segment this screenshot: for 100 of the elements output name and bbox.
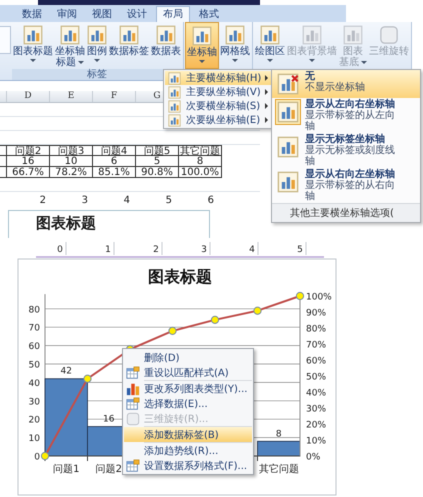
axis-label: 80% [306,324,326,334]
data-point-marker [168,326,177,335]
ribbon-button[interactable]: 数据标签 [108,22,150,69]
ribbon-button[interactable]: 图例 [86,22,108,69]
axis-label: 2 [153,245,159,255]
table-cell: 10 [49,156,92,167]
bar [257,440,300,456]
more-options-item[interactable]: 其他主要横坐标轴选项( [272,203,420,222]
axis-label: 50% [306,372,326,382]
ribbon-button[interactable]: 绘图区 [254,22,286,69]
table-cell: 6 [92,156,135,167]
table-cell: 问题2 [6,145,49,156]
ribbon-button[interactable] [0,26,11,54]
axis-label: 5 [164,194,173,208]
ribbon-tab[interactable]: 设计 [121,7,153,22]
table-cell: 其它问题 [178,145,222,156]
bar-chart-icon [60,25,80,45]
table-cell: 问题3 [49,145,92,156]
option-description: 不显示坐标轴 [305,82,366,93]
ribbon-tab[interactable]: 格式 [193,7,225,22]
menu-item[interactable]: 添加数据标签(B) [124,427,252,442]
data-point-marker [83,374,92,383]
bar-chart-icon [260,25,280,45]
axis-label: 60% [306,356,326,366]
table-cell: 问题5 [135,145,178,156]
bar-chart-icon [168,114,181,126]
axis-label: 6 [206,194,215,208]
menu-item[interactable]: 更改系列图表类型(Y)... [124,381,252,396]
option-description: 显示带标签的从左向轴 [305,110,396,132]
axis-label: 1 [105,245,111,255]
bar-chart-icon [119,25,139,45]
menu-item[interactable]: 选择数据(E)... [124,396,252,411]
ribbon-tab[interactable]: 数据 [16,7,48,22]
ribbon-tab[interactable]: 审阅 [51,7,83,22]
bar-chart-icon [192,26,212,46]
category-label: 其它问题 [258,464,299,475]
column-header[interactable]: E [50,91,93,102]
axis-label: 5 [297,245,303,255]
column-header[interactable]: F [93,91,136,102]
ribbon-tab[interactable]: 视图 [86,7,118,22]
bar-chart-icon [87,25,107,45]
axis-label: 10% [306,436,326,446]
menu-item[interactable]: 重设以匹配样式(A) [124,365,252,380]
ribbon-tab[interactable]: 布局 [156,6,190,22]
axis-label: 4 [122,194,131,208]
menu-item[interactable]: 次要纵坐标轴(E) [165,113,271,127]
menu-item[interactable]: 设置数据系列格式(F)... [124,458,252,473]
menu-item[interactable]: 显示从左向右坐标轴 显示带标签的从左向轴 [272,98,420,133]
submenu-arrow-icon [265,103,268,109]
axis-label: 0% [306,452,320,462]
bar-chart-icon [156,25,176,45]
data-label: 8 [276,429,282,440]
axis-label: 70 [28,324,40,334]
menu-item[interactable]: 主要纵坐标轴(V) [165,85,271,99]
bar-chart-icon [168,72,181,84]
rounded-square-icon [126,412,140,426]
submenu-arrow-icon [265,75,268,81]
menu-item[interactable]: 删除(D) [124,350,252,365]
bar-chart-icon [302,25,322,45]
column-header[interactable]: D [7,91,50,102]
category-label: 问题1 [53,464,80,475]
option-title: 显示无标签坐标轴 [305,134,385,145]
bar-chart-icon [277,136,299,158]
data-point-marker [40,452,50,460]
table-cell: 8 [178,156,222,167]
data-label: 42 [60,366,72,377]
table-cell: 85.1% [92,167,135,178]
axis-label: 30% [306,404,326,414]
menu-item[interactable]: 显示从右向左坐标轴 显示带标签的从右向轴 [272,168,420,203]
bar-chart-icon [225,25,245,45]
menu-item[interactable]: 次要横坐标轴(S) [165,99,271,113]
ribbon-button[interactable]: 数据表 [150,22,182,69]
data-point-marker [296,292,304,300]
bar-chart-icon [168,100,181,112]
menu-item[interactable]: 显示无标签坐标轴 显示无标签或刻度线轴 [272,133,420,168]
chart-title: 图表标题 [36,214,97,232]
axis-label: 20 [28,416,40,426]
ribbon-button[interactable]: 坐标轴 [185,22,219,69]
ribbon-button[interactable]: 图表标题 [12,22,54,69]
table-icon [126,366,140,380]
table-cell: 问题4 [92,145,135,156]
menu-item[interactable]: 无 不显示坐标轴 [272,70,420,98]
axis-label: 70% [306,340,326,350]
bar-chart-icon [168,86,181,98]
ribbon-button[interactable]: 网格线 [219,22,251,69]
ribbon-button[interactable]: 坐标轴 标题 [54,22,86,69]
axis-label: 80 [28,305,40,316]
chart-cross-icon [277,73,299,95]
category-label: 问题2 [96,464,122,475]
bar-chart-icon [23,25,43,45]
axis-label: 50 [28,360,40,370]
menu-item[interactable]: 添加趋势线(R)... [124,443,252,458]
menu-item[interactable]: 主要横坐标轴(H) [165,71,271,85]
table-icon [126,458,140,472]
axis-label: 60 [28,342,40,352]
table-cell: 90.8% [135,167,178,178]
axis-label: 2 [38,194,47,208]
axis-label: 0 [34,452,40,462]
table-cell: 78.2% [49,167,92,178]
axis-label: 4 [249,245,255,255]
